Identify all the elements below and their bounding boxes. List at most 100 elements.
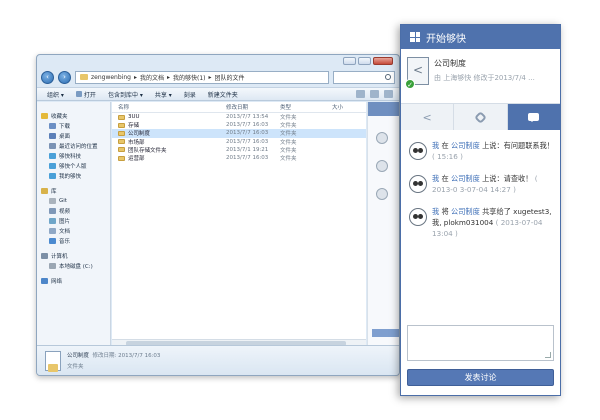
- nav-item-label: 够快科技: [59, 154, 82, 160]
- nav-item[interactable]: 计算机: [37, 251, 110, 261]
- file-row[interactable]: 运营部 2013/7/7 16:03 文件夹: [112, 154, 366, 162]
- nav-item-icon: [41, 278, 48, 284]
- nav-item-label: 收藏夹: [51, 114, 68, 120]
- column-name[interactable]: 名称: [112, 103, 226, 111]
- file-date: 2013/7/7 13:54: [226, 114, 269, 121]
- column-modified[interactable]: 修改日期: [226, 103, 280, 111]
- help-icon[interactable]: [384, 90, 393, 98]
- breadcrumb-part[interactable]: zengwenbing: [91, 74, 131, 81]
- file-row[interactable]: 公司制度 2013/7/7 16:03 文件夹: [112, 129, 366, 138]
- nav-item[interactable]: 本地磁盘 (C:): [37, 261, 110, 271]
- share-button[interactable]: 共享 ▾: [155, 90, 172, 99]
- post-discussion-button[interactable]: 发表讨论: [407, 369, 554, 386]
- nav-item[interactable]: 桌面: [37, 131, 110, 141]
- toolbar: 组织 ▾ 打开 包含到库中 ▾ 共享 ▾ 刻录 新建文件夹: [37, 87, 399, 101]
- tab-link[interactable]: [454, 104, 508, 130]
- tab-share[interactable]: <: [401, 104, 455, 130]
- background-avatar: [376, 132, 388, 144]
- column-size[interactable]: 大小: [332, 103, 362, 111]
- file-row[interactable]: 团队存储文件夹 2013/7/1 19:21 文件夹: [112, 146, 366, 154]
- message-actor[interactable]: 我: [432, 141, 439, 150]
- folder-icon: [118, 130, 125, 136]
- nav-item-icon: [49, 198, 56, 204]
- nav-item[interactable]: 收藏夹: [37, 111, 110, 121]
- new-folder-button[interactable]: 新建文件夹: [208, 90, 238, 99]
- nav-item-label: 桌面: [59, 134, 71, 140]
- nav-item-icon: [49, 173, 56, 179]
- grid-icon: [410, 32, 420, 42]
- details-pane: 公司制度 修改日期: 2013/7/7 16:03 文件夹: [37, 345, 399, 375]
- breadcrumb-part[interactable]: 我的文档: [140, 73, 164, 82]
- minimize-button[interactable]: [343, 57, 356, 65]
- message-mid: 将: [441, 207, 449, 216]
- nav-item[interactable]: 最近访问的位置: [37, 141, 110, 151]
- message-actor[interactable]: 我: [432, 174, 439, 183]
- nav-item[interactable]: 库: [37, 186, 110, 196]
- open-icon: [75, 91, 82, 97]
- nav-item-icon: [41, 113, 48, 119]
- nav-item[interactable]: 视频: [37, 206, 110, 216]
- tab-discussion[interactable]: [507, 104, 560, 130]
- nav-item[interactable]: 音乐: [37, 236, 110, 246]
- folder-icon: [118, 155, 125, 161]
- message-actor[interactable]: 我: [432, 207, 439, 216]
- column-type[interactable]: 类型: [280, 103, 332, 111]
- folder-icon: [45, 350, 61, 372]
- view-icon[interactable]: [356, 90, 365, 98]
- close-button[interactable]: [373, 57, 393, 65]
- nav-item-label: 够快个人版: [59, 164, 87, 170]
- maximize-button[interactable]: [358, 57, 371, 65]
- file-name: 市场部: [128, 139, 145, 146]
- details-kind: 文件夹: [67, 364, 84, 370]
- include-in-library-button[interactable]: 包含到库中 ▾: [108, 90, 143, 99]
- folder-icon: [118, 139, 125, 145]
- background-button: [372, 329, 399, 337]
- preview-pane-icon[interactable]: [370, 90, 379, 98]
- nav-item[interactable]: 我的够快: [37, 171, 110, 181]
- background-avatar: [376, 160, 388, 172]
- navigation-pane: 收藏夹 下载桌面最近访问的位置 够快科技够快个人版 我的够快库 Git 视频 图片文档 音乐计…: [37, 102, 111, 347]
- nav-item[interactable]: 文档: [37, 226, 110, 236]
- file-name: 运营部: [128, 156, 145, 163]
- file-date: 2013/7/7 16:03: [226, 122, 269, 129]
- message-feed: 我 在 公司制度 上说：有问题联系我！ ( 15:16 ) 我 在 公司制度 上说…: [401, 130, 560, 239]
- organize-button[interactable]: 组织 ▾: [47, 90, 64, 99]
- link-icon: [474, 110, 487, 124]
- burn-button[interactable]: 刻录: [184, 90, 196, 99]
- breadcrumb-part[interactable]: 我的够快(1): [173, 73, 206, 82]
- file-type: 文件夹: [280, 115, 297, 122]
- back-button[interactable]: ‹: [41, 70, 54, 84]
- nav-item-icon: [49, 218, 56, 224]
- nav-item-label: 文档: [59, 229, 71, 235]
- nav-item[interactable]: Git: [37, 196, 110, 206]
- folder-icon: [118, 114, 125, 120]
- open-button[interactable]: 打开: [75, 90, 96, 99]
- comment-input[interactable]: [407, 325, 554, 361]
- nav-item[interactable]: 够快科技: [37, 151, 110, 161]
- message: 我 将 公司制度 共享给了 xugetest3, 我, plokm031004 …: [409, 206, 554, 239]
- nav-item-icon: [49, 263, 56, 269]
- nav-item[interactable]: 下载: [37, 121, 110, 131]
- item-subtitle: 由 上海够快 修改于2013/7/4 ...: [434, 74, 535, 82]
- avatar: [409, 175, 427, 193]
- file-row[interactable]: 存储 2013/7/7 16:03 文件夹: [112, 121, 366, 129]
- message-target-link[interactable]: 公司制度: [451, 174, 480, 183]
- message-target-link[interactable]: 公司制度: [451, 207, 480, 216]
- message-target-link[interactable]: 公司制度: [451, 141, 480, 150]
- file-date: 2013/7/7 16:03: [226, 155, 269, 162]
- nav-item-label: 最近访问的位置: [59, 144, 98, 150]
- message-time: ( 15:16 ): [432, 152, 463, 161]
- file-row[interactable]: 3UU 2013/7/7 13:54 文件夹: [112, 113, 366, 121]
- search-input[interactable]: [333, 70, 395, 84]
- nav-item[interactable]: 网络: [37, 276, 110, 286]
- nav-item[interactable]: 够快个人版: [37, 161, 110, 171]
- panel-header: 开始够快: [401, 25, 560, 49]
- nav-item[interactable]: 图片: [37, 216, 110, 226]
- breadcrumb-part[interactable]: 团队的文件: [215, 73, 245, 82]
- message: 我 在 公司制度 上说：请查收！ ( 2013-0 3-07-04 14:27 …: [409, 173, 554, 195]
- forward-button[interactable]: ›: [58, 70, 71, 84]
- nav-item-icon: [49, 143, 56, 149]
- file-row[interactable]: 市场部 2013/7/7 16:03 文件夹: [112, 138, 366, 146]
- address-bar[interactable]: zengwenbing ▸ 我的文档 ▸ 我的够快(1) ▸ 团队的文件: [75, 70, 329, 84]
- file-type: 文件夹: [280, 131, 297, 138]
